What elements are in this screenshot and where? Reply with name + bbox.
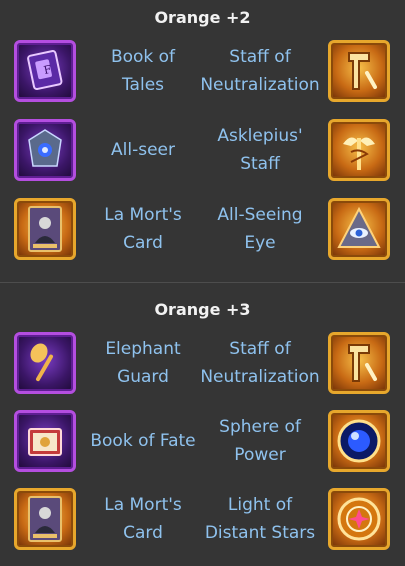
list-item: La Mort's Card Light of Distant Stars: [0, 484, 405, 554]
staff-of-neutralization-icon[interactable]: [328, 40, 390, 102]
item-name: Staff of Neutralization: [200, 339, 320, 387]
item-name: Asklepius' Staff: [217, 126, 303, 174]
item-name: Staff of Neutralization: [200, 47, 320, 95]
la-morts-card-icon[interactable]: [14, 198, 76, 260]
list-item: Elephant Guard Staff of Neutralization: [0, 328, 405, 398]
list-item: All-seer Asklepius' Staff: [0, 115, 405, 185]
asklepius-staff-icon[interactable]: [328, 119, 390, 181]
item-name: All-Seeing Eye: [217, 205, 303, 253]
book-of-fate-icon[interactable]: [14, 410, 76, 472]
item-name: Light of Distant Stars: [204, 495, 316, 543]
item-name: La Mort's Card: [104, 495, 182, 543]
all-seeing-eye-icon[interactable]: [328, 198, 390, 260]
section-title: Orange +3: [154, 300, 251, 319]
item-name: Sphere of Power: [219, 417, 301, 465]
list-item: F Book of Tales Staff of Neutralization: [0, 36, 405, 106]
list-item: Book of Fate Sphere of Power: [0, 406, 405, 476]
la-morts-card-icon[interactable]: [14, 488, 76, 550]
elephant-guard-icon[interactable]: [14, 332, 76, 394]
book-of-tales-icon[interactable]: F: [14, 40, 76, 102]
item-name: Elephant Guard: [105, 339, 181, 387]
sphere-of-power-icon[interactable]: [328, 410, 390, 472]
item-name: All-seer: [111, 140, 175, 160]
light-of-distant-stars-icon[interactable]: [328, 488, 390, 550]
all-seer-icon[interactable]: [14, 119, 76, 181]
item-name: La Mort's Card: [104, 205, 182, 253]
item-name: Book of Tales: [110, 47, 176, 95]
staff-of-neutralization-icon[interactable]: [328, 332, 390, 394]
section-divider: [0, 282, 405, 283]
item-name: Book of Fate: [90, 431, 196, 451]
section-title: Orange +2: [154, 8, 251, 27]
list-item: La Mort's Card All-Seeing Eye: [0, 194, 405, 264]
